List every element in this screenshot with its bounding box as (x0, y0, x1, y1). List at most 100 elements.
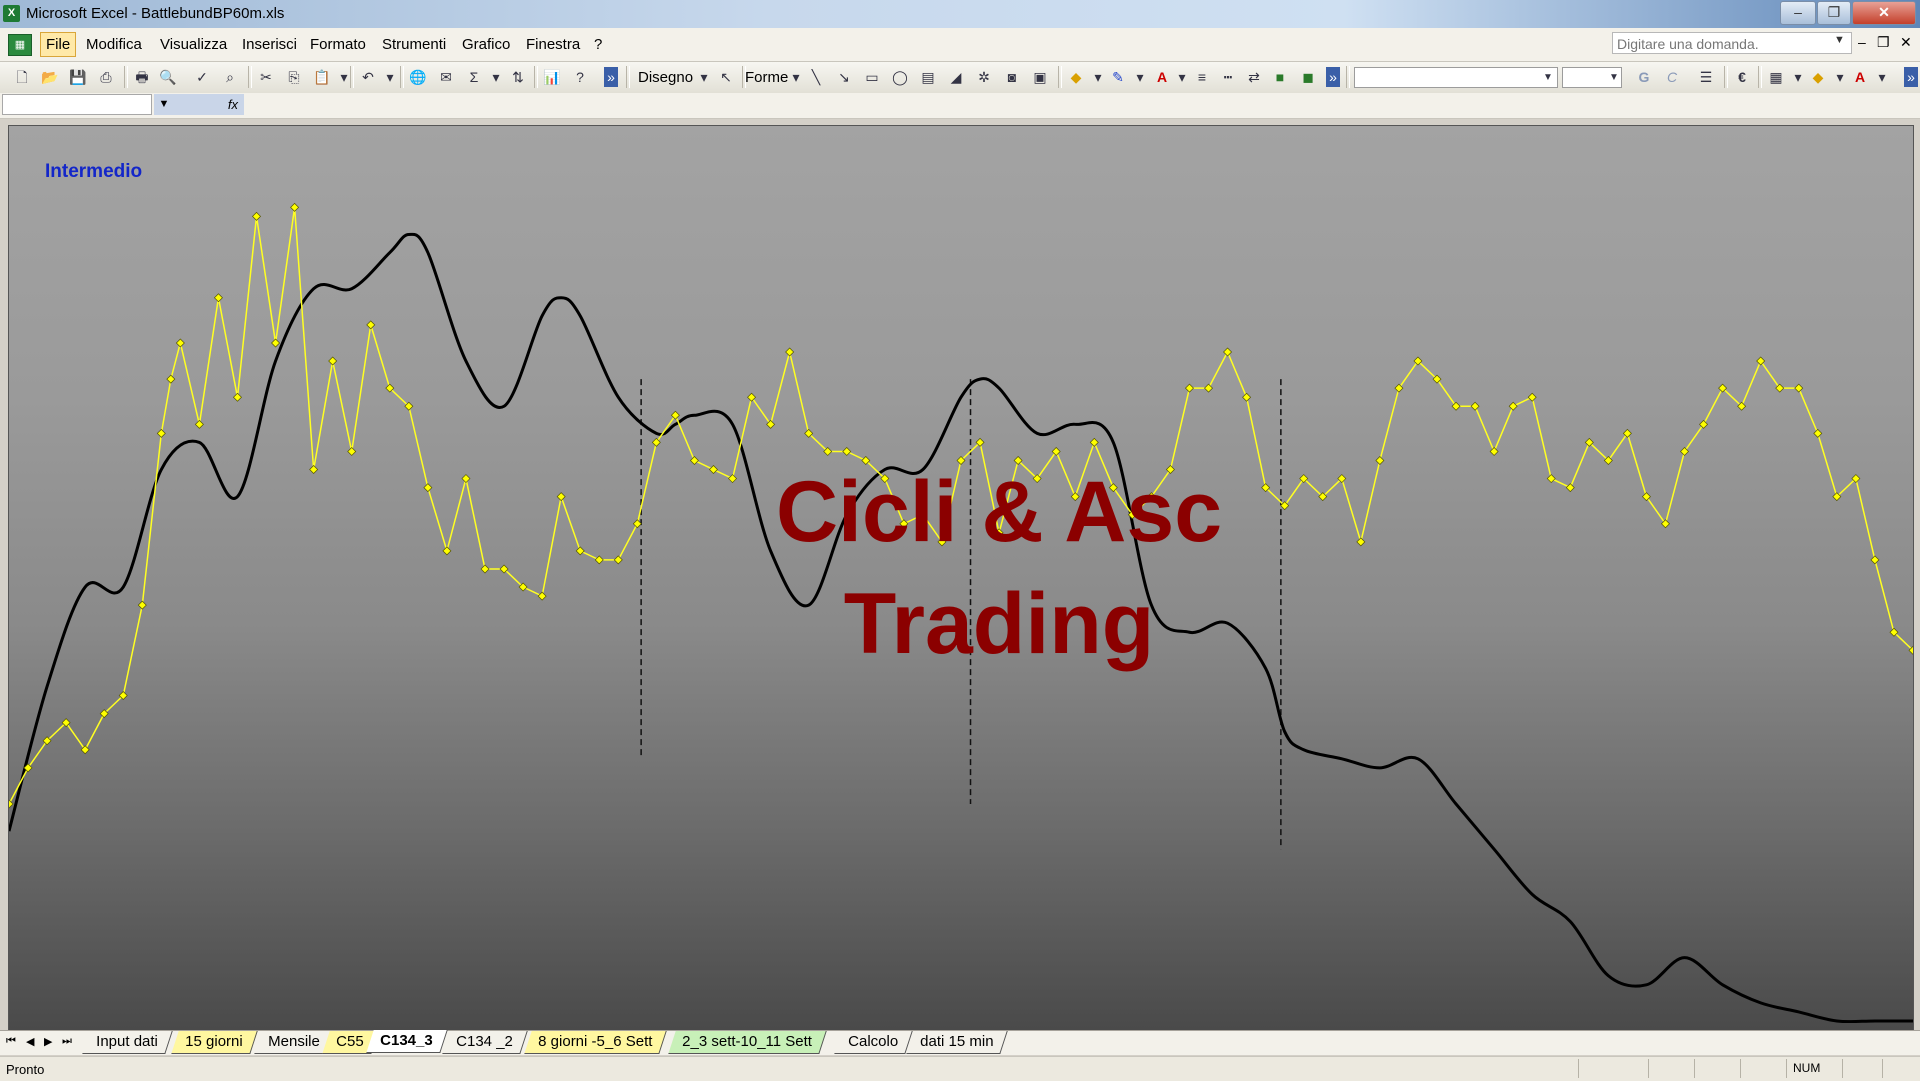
rectangle-icon[interactable]: ▭ (862, 67, 882, 87)
italic-button[interactable]: C (1662, 67, 1682, 87)
borders-icon[interactable]: ▦ (1766, 67, 1786, 87)
menu-formato[interactable]: Formato (310, 36, 366, 53)
spelling-icon[interactable]: ✓ (192, 67, 212, 87)
paste-icon[interactable]: 📋 (312, 67, 332, 87)
last-sheet-icon[interactable]: ⏭ (62, 1035, 72, 1048)
draw-options-icon[interactable]: » (1326, 67, 1340, 87)
dash-style-icon[interactable]: ┅ (1218, 67, 1238, 87)
undo-icon[interactable]: ↶ (358, 67, 378, 87)
menu-strumenti[interactable]: Strumenti (382, 36, 446, 53)
arrow-style-icon[interactable]: ⇄ (1244, 67, 1264, 87)
copy-icon[interactable]: ⎘ (284, 67, 304, 87)
tab-dati-15-min[interactable]: dati 15 min (906, 1031, 1009, 1054)
tab-c134-3[interactable]: C134_3 (366, 1030, 448, 1053)
doc-restore-button[interactable]: ❐ (1877, 34, 1890, 51)
minimize-button[interactable]: – (1780, 1, 1816, 25)
ask-question-input[interactable]: Digitare una domanda. (1612, 32, 1852, 54)
toolbar-options-icon[interactable]: » (604, 67, 618, 87)
insert-function-button[interactable]: fx (174, 94, 244, 115)
save-icon[interactable]: 💾 (68, 67, 88, 87)
price-point (442, 546, 452, 556)
arrow-icon[interactable]: ↘ (834, 67, 854, 87)
draw-font-color-icon[interactable]: A (1152, 67, 1172, 87)
line-color-dropdown-icon[interactable]: ▾ (1130, 67, 1150, 87)
menu-help[interactable]: ? (594, 36, 602, 53)
euro-button[interactable]: € (1732, 67, 1752, 87)
sort-icon[interactable]: ⇅ (508, 67, 528, 87)
autosum-icon[interactable]: Σ (464, 67, 484, 87)
name-box[interactable] (2, 94, 152, 115)
tab-c134-2[interactable]: C134 _2 (442, 1031, 528, 1054)
close-button[interactable]: ✕ (1852, 1, 1916, 25)
prev-sheet-icon[interactable]: ◀ (26, 1035, 34, 1048)
price-point (1508, 401, 1518, 411)
menu-file[interactable]: File (40, 32, 77, 57)
hyperlink-icon[interactable]: 🌐 (408, 67, 428, 87)
first-sheet-icon[interactable]: ⏮ (6, 1035, 16, 1048)
tab-2-3-sett[interactable]: 2_3 sett-10_11 Sett (668, 1031, 827, 1054)
new-icon[interactable]: 🗋 (12, 67, 32, 87)
help-icon[interactable]: ? (570, 67, 590, 87)
oval-icon[interactable]: ◯ (890, 67, 910, 87)
undo-dropdown-icon[interactable]: ▾ (380, 67, 400, 87)
menu-grafico[interactable]: Grafico (462, 36, 510, 53)
price-point (1204, 383, 1214, 393)
fill-color-icon[interactable]: ◆ (1066, 67, 1086, 87)
doc-minimize-button[interactable]: – (1858, 34, 1866, 50)
bold-button[interactable]: G (1634, 67, 1654, 87)
borders-dropdown-icon[interactable]: ▾ (1788, 67, 1808, 87)
tab-input-dati[interactable]: Input dati (82, 1031, 173, 1054)
font-name-combo[interactable] (1354, 67, 1558, 88)
shapes-dropdown-icon[interactable]: ▾ (786, 67, 806, 87)
draw-font-color-dropdown-icon[interactable]: ▾ (1172, 67, 1192, 87)
3d-icon[interactable]: ◼ (1298, 67, 1318, 87)
line-style-icon[interactable]: ≡ (1192, 67, 1212, 87)
shapes-menu-button[interactable]: Forme (745, 69, 788, 86)
format-options-icon[interactable]: » (1904, 67, 1918, 87)
menu-inserisci[interactable]: Inserisci (242, 36, 297, 53)
permission-icon[interactable]: ⎙ (96, 67, 116, 87)
textbox-icon[interactable]: ▤ (918, 67, 938, 87)
shadow-icon[interactable]: ■ (1270, 67, 1290, 87)
tab-8-giorni[interactable]: 8 giorni -5_6 Sett (524, 1031, 667, 1054)
fill-color-dropdown-icon[interactable]: ▾ (1088, 67, 1108, 87)
clipart-icon[interactable]: ◙ (1002, 67, 1022, 87)
print-icon[interactable]: 🖶 (132, 67, 152, 87)
ask-dropdown-icon[interactable]: ▼ (1834, 34, 1845, 46)
select-objects-icon[interactable]: ↖ (716, 67, 736, 87)
research-icon[interactable]: ⌕ (220, 67, 240, 87)
line-icon[interactable]: ╲ (806, 67, 826, 87)
maximize-button[interactable]: ❐ (1817, 1, 1851, 25)
line-color-icon[interactable]: ✎ (1108, 67, 1128, 87)
menu-finestra[interactable]: Finestra (526, 36, 580, 53)
diagram-icon[interactable]: ✲ (974, 67, 994, 87)
next-sheet-icon[interactable]: ▶ (44, 1035, 52, 1048)
align-center-icon[interactable]: ☰ (1696, 67, 1716, 87)
draw-menu-button[interactable]: Disegno (638, 69, 693, 86)
doc-close-button[interactable]: ✕ (1900, 34, 1912, 51)
open-icon[interactable]: 📂 (40, 67, 60, 87)
print-preview-icon[interactable]: 🔍 (158, 67, 178, 87)
watermark-line-1: Cicli & Asc (775, 464, 1223, 560)
picture-icon[interactable]: ▣ (1030, 67, 1050, 87)
menu-visualizza[interactable]: Visualizza (160, 36, 227, 53)
fill-color-format-icon[interactable]: ◆ (1808, 67, 1828, 87)
wordart-icon[interactable]: ◢ (946, 67, 966, 87)
name-box-dropdown-icon[interactable]: ▼ (154, 94, 174, 115)
workbook-icon[interactable]: ▦ (8, 34, 32, 56)
autosum-dropdown-icon[interactable]: ▾ (486, 67, 506, 87)
cut-icon[interactable]: ✂ (256, 67, 276, 87)
font-size-dropdown-icon[interactable]: ▼ (1604, 68, 1624, 88)
menu-modifica[interactable]: Modifica (86, 36, 142, 53)
tab-calcolo[interactable]: Calcolo (834, 1031, 913, 1054)
price-point (537, 591, 547, 601)
chart-area[interactable]: Intermedio Cicli & Asc Trading (8, 125, 1914, 1031)
font-color-dropdown-icon[interactable]: ▾ (1872, 67, 1892, 87)
font-color-icon[interactable]: A (1850, 67, 1870, 87)
tab-15-giorni[interactable]: 15 giorni (171, 1031, 258, 1054)
signature-icon[interactable]: ✉ (436, 67, 456, 87)
draw-dropdown-icon[interactable]: ▾ (694, 67, 714, 87)
chart-wizard-icon[interactable]: 📊 (542, 67, 562, 87)
font-name-dropdown-icon[interactable]: ▼ (1538, 68, 1558, 88)
fill-color-format-dropdown-icon[interactable]: ▾ (1830, 67, 1850, 87)
